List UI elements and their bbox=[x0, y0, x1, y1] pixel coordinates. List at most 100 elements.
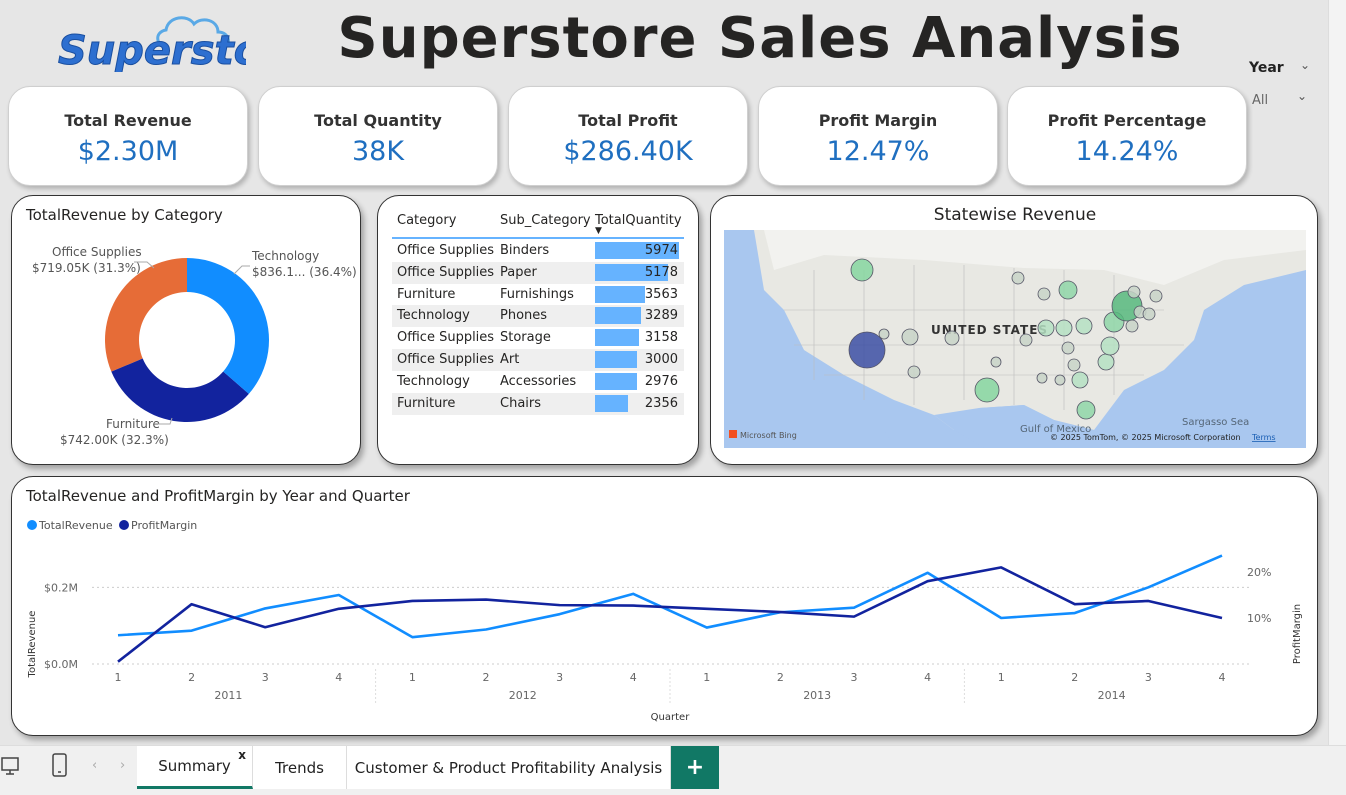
line-chart[interactable]: $0.0M $0.2M 10% 20% TotalRevenue ProfitMargin… bbox=[12, 477, 1319, 737]
table-cell-category: Technology bbox=[397, 373, 470, 389]
table-row[interactable]: Technology Accessories 2976 bbox=[392, 371, 684, 393]
table-row[interactable]: Office Supplies Paper 5178 bbox=[392, 261, 684, 284]
tab-label: Summary bbox=[158, 757, 231, 775]
table-row[interactable]: Office Supplies Binders 5974 bbox=[392, 240, 684, 262]
donut-label-name: Technology bbox=[251, 249, 319, 263]
table-cell-quantity: 3563 bbox=[644, 286, 678, 302]
state-revenue-bubble bbox=[1054, 374, 1066, 386]
bing-logo-icon bbox=[729, 430, 737, 438]
table-cell-quantity: 2976 bbox=[644, 373, 678, 389]
kpi-total-revenue: Total Revenue $2.30M bbox=[8, 86, 248, 186]
table-cell-category: Office Supplies bbox=[397, 330, 495, 346]
table-cell-quantity: 5974 bbox=[644, 243, 678, 258]
x-tick-label: 3 bbox=[1145, 671, 1152, 684]
x-tick-label: 1 bbox=[703, 671, 710, 684]
mobile-view-icon[interactable] bbox=[50, 752, 70, 780]
table-row[interactable]: Office Supplies Art 3000 bbox=[392, 349, 684, 371]
x-year-label: 2012 bbox=[509, 689, 537, 702]
table-row[interactable]: Furniture Chairs 2356 bbox=[392, 392, 684, 415]
y2-axis-title: ProfitMargin bbox=[1292, 604, 1303, 664]
tab-trends[interactable]: Trends bbox=[253, 746, 347, 789]
year-slicer-value[interactable]: All bbox=[1252, 93, 1268, 108]
state-revenue-bubble bbox=[1127, 285, 1141, 299]
donut-chart[interactable]: Office Supplies $719.05K (31.3%) Technol… bbox=[12, 196, 362, 466]
state-revenue-bubble bbox=[1097, 353, 1115, 371]
y-axis-title: TotalRevenue bbox=[27, 611, 38, 679]
x-tick-label: 1 bbox=[409, 671, 416, 684]
donut-label-value: $719.05K (31.3%) bbox=[32, 261, 141, 275]
line-chart-card[interactable]: TotalRevenue and ProfitMargin by Year an… bbox=[11, 476, 1318, 736]
x-tick-label: 2 bbox=[1071, 671, 1078, 684]
map-terms-link: Terms bbox=[1251, 433, 1276, 442]
kpi-label: Profit Percentage bbox=[1047, 111, 1207, 130]
table-header-subcategory[interactable]: Sub_Category bbox=[500, 213, 591, 228]
state-revenue-bubble bbox=[1011, 271, 1025, 285]
map-title: Statewise Revenue bbox=[933, 205, 1097, 225]
table-cell-quantity: 3158 bbox=[644, 330, 678, 346]
quantity-databar bbox=[595, 307, 642, 325]
state-revenue-bubble bbox=[1075, 317, 1093, 335]
x-tick-label: 4 bbox=[1219, 671, 1226, 684]
chevron-right-icon[interactable]: › bbox=[120, 758, 125, 773]
us-map[interactable]: UNITED STATES Gulf of Mexico Sargasso Se… bbox=[724, 230, 1306, 448]
kpi-label: Total Revenue bbox=[64, 111, 192, 130]
kpi-value: 12.47% bbox=[826, 136, 930, 167]
table-header-quantity[interactable]: TotalQuantity bbox=[595, 213, 682, 228]
quantity-databar bbox=[595, 394, 629, 412]
table-header-category[interactable]: Category bbox=[397, 213, 456, 228]
kpi-value: 38K bbox=[351, 136, 405, 167]
x-tick-label: 4 bbox=[630, 671, 637, 684]
table-cell-subcategory: Furnishings bbox=[500, 286, 574, 302]
y-tick-label: $0.2M bbox=[44, 581, 78, 594]
x-tick-label: 3 bbox=[851, 671, 858, 684]
kpi-value: $286.40K bbox=[563, 136, 693, 167]
x-tick-label: 4 bbox=[335, 671, 342, 684]
quantity-databar bbox=[595, 351, 638, 368]
chevron-down-icon[interactable]: ⌄ bbox=[1297, 89, 1307, 103]
table-row[interactable]: Office Supplies Storage 3158 bbox=[392, 327, 684, 349]
table-row[interactable]: Furniture Furnishings 3563 bbox=[392, 284, 684, 306]
state-revenue-bubble bbox=[907, 365, 921, 379]
state-revenue-bubble bbox=[1125, 319, 1139, 333]
table-row[interactable]: Technology Phones 3289 bbox=[392, 305, 684, 328]
desktop-view-icon[interactable] bbox=[0, 756, 22, 778]
legend-marker bbox=[27, 520, 37, 530]
state-revenue-bubble bbox=[990, 356, 1002, 368]
state-revenue-bubble bbox=[878, 328, 890, 340]
state-revenue-bubble bbox=[1142, 307, 1156, 321]
legend-label: ProfitMargin bbox=[131, 519, 197, 532]
table-cell-subcategory: Binders bbox=[500, 243, 550, 258]
superstore-logo: Superstore bbox=[58, 16, 246, 72]
map-card[interactable]: Statewise Revenue UNITED STATES Gulf of … bbox=[710, 195, 1318, 465]
table-cell-subcategory: Art bbox=[500, 352, 520, 367]
chevron-down-icon[interactable]: ⌄ bbox=[1300, 58, 1310, 72]
tab-customer-product[interactable]: Customer & Product Profitability Analysi… bbox=[347, 746, 671, 789]
donut-chart-card[interactable]: TotalRevenue by Category Office Supplies… bbox=[11, 195, 361, 465]
table-cell-subcategory: Paper bbox=[500, 264, 537, 280]
state-revenue-bubble bbox=[1019, 333, 1033, 347]
state-revenue-bubble bbox=[974, 377, 1000, 403]
tab-summary[interactable]: Summary x bbox=[137, 746, 253, 789]
table-cell-category: Office Supplies bbox=[397, 243, 495, 258]
tab-label: Trends bbox=[275, 758, 324, 777]
chevron-left-icon[interactable]: ‹ bbox=[92, 758, 97, 773]
add-page-button[interactable]: + bbox=[671, 746, 719, 789]
table-cell-category: Furniture bbox=[397, 286, 456, 302]
right-scroll-strip bbox=[1328, 0, 1346, 745]
table-cell-category: Office Supplies bbox=[397, 352, 495, 367]
table-cell-subcategory: Accessories bbox=[500, 373, 577, 389]
subcategory-table-card[interactable]: Category Sub_Category TotalQuantity ▼ Of… bbox=[377, 195, 699, 465]
x-axis-title: Quarter bbox=[651, 712, 691, 723]
map-attribution: © 2025 TomTom, © 2025 Microsoft Corporat… bbox=[1050, 433, 1241, 442]
table-cell-subcategory: Chairs bbox=[500, 395, 542, 411]
y2-tick-label: 10% bbox=[1247, 612, 1271, 625]
logo-text: Superstore bbox=[58, 28, 246, 72]
kpi-profit-margin: Profit Margin 12.47% bbox=[758, 86, 998, 186]
x-tick-label: 2 bbox=[188, 671, 195, 684]
kpi-label: Total Quantity bbox=[314, 111, 442, 130]
close-icon[interactable]: x bbox=[238, 748, 246, 762]
quantity-databar bbox=[595, 372, 637, 390]
donut-slice-office-supplies bbox=[104, 258, 187, 372]
quantity-databar bbox=[595, 285, 646, 303]
x-tick-label: 2 bbox=[483, 671, 490, 684]
